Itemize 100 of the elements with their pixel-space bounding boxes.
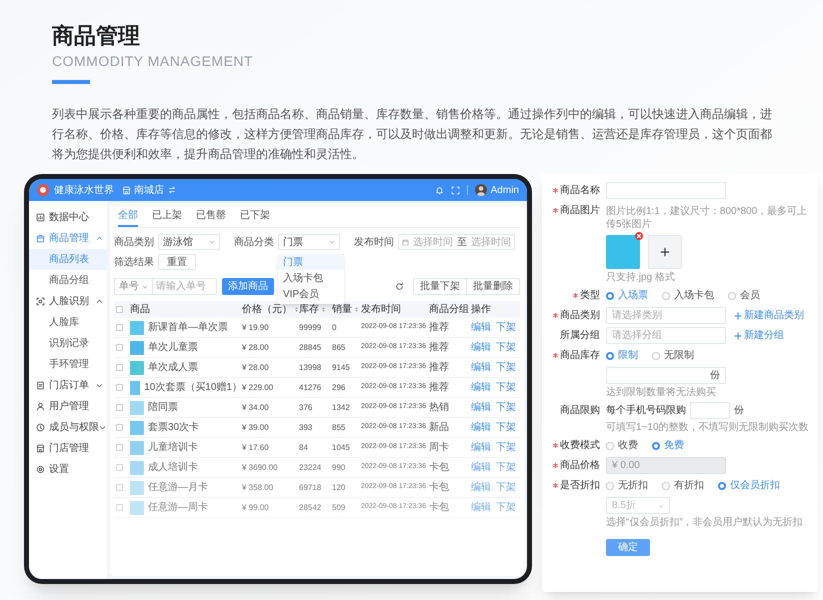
action-link[interactable]: 下架 xyxy=(496,400,516,415)
input-field[interactable]: 请选择类别 xyxy=(606,307,726,324)
sidebar-subitem[interactable]: 手环管理 xyxy=(29,354,107,375)
radio-button[interactable] xyxy=(652,352,660,360)
action-link[interactable]: 编辑 xyxy=(471,320,491,335)
sidebar-item[interactable]: 门店订单 xyxy=(29,375,107,396)
bulk-action-button[interactable]: 批量删除 xyxy=(466,279,519,294)
sort-icon[interactable] xyxy=(321,306,326,313)
action-link[interactable]: 编辑 xyxy=(471,400,491,415)
action-link[interactable]: 下架 xyxy=(496,340,516,355)
reset-button[interactable]: 重置 xyxy=(158,254,196,270)
avatar-icon[interactable] xyxy=(474,184,487,196)
fullscreen-icon[interactable] xyxy=(450,186,460,194)
action-link[interactable]: 下架 xyxy=(496,420,516,435)
action-link[interactable]: 编辑 xyxy=(471,500,491,515)
checkbox[interactable] xyxy=(116,384,123,391)
radio-button[interactable] xyxy=(662,292,670,300)
input-field[interactable]: 份 xyxy=(606,367,726,384)
store-name[interactable]: 南城店 xyxy=(134,182,164,198)
select-field[interactable]: 8.5折 xyxy=(606,497,670,514)
add-product-button[interactable]: 添加商品 xyxy=(222,278,274,295)
sidebar-item[interactable]: 设置 xyxy=(29,459,107,480)
checkbox[interactable] xyxy=(116,324,123,331)
table-cell-text: 推荐 xyxy=(429,340,450,355)
column-header[interactable]: 销量 xyxy=(332,302,359,317)
checkbox[interactable] xyxy=(116,306,123,313)
refresh-icon[interactable] xyxy=(395,282,404,291)
column-header[interactable]: 价格（元） xyxy=(242,302,299,317)
radio-button[interactable] xyxy=(606,442,614,450)
delete-icon[interactable] xyxy=(635,232,643,240)
radio-button[interactable] xyxy=(606,292,614,300)
checkbox[interactable] xyxy=(116,344,123,351)
checkbox[interactable] xyxy=(116,484,123,491)
tab[interactable]: 已上架 xyxy=(152,206,182,227)
action-link[interactable]: 下架 xyxy=(496,320,516,335)
swap-icon[interactable] xyxy=(168,186,176,194)
action-link[interactable]: 下架 xyxy=(496,500,516,515)
checkbox[interactable] xyxy=(116,424,123,431)
tab[interactable]: 全部 xyxy=(118,206,138,227)
radio-button[interactable] xyxy=(718,482,726,490)
sidebar-subitem[interactable]: 商品分组 xyxy=(29,270,107,291)
sidebar-subitem[interactable]: 人脸库 xyxy=(29,312,107,333)
sidebar-item[interactable]: 商品管理 xyxy=(29,228,107,249)
radio-button[interactable] xyxy=(728,292,736,300)
input-field[interactable] xyxy=(606,182,726,199)
checkbox[interactable] xyxy=(116,364,123,371)
radio-button[interactable] xyxy=(652,442,660,450)
bulk-action-button[interactable]: 批量下架 xyxy=(414,279,466,294)
sidebar-item[interactable]: 门店管理 xyxy=(29,438,107,459)
action-link[interactable]: 下架 xyxy=(496,460,516,475)
chevron-down-icon xyxy=(99,424,106,431)
plus-icon[interactable] xyxy=(734,312,742,320)
sidebar-item[interactable]: 成员与权限 xyxy=(29,417,107,438)
action-link[interactable]: 下架 xyxy=(496,480,516,495)
action-link[interactable]: 编辑 xyxy=(471,420,491,435)
column-header[interactable]: 库存 xyxy=(299,302,326,317)
sort-icon[interactable] xyxy=(354,306,359,313)
action-link[interactable]: 编辑 xyxy=(471,340,491,355)
tab[interactable]: 已售罄 xyxy=(196,206,226,227)
search-type-select[interactable]: 单号 xyxy=(114,278,153,295)
tab[interactable]: 已下架 xyxy=(240,206,270,227)
action-link[interactable]: 编辑 xyxy=(471,380,491,395)
search-field[interactable]: 请输入单号 xyxy=(153,278,217,295)
select-field[interactable]: 门票 xyxy=(278,234,340,250)
radio-button[interactable] xyxy=(662,482,670,490)
radio-label: 有折扣 xyxy=(674,478,704,493)
sidebar-item[interactable]: 人脸识别 xyxy=(29,291,107,312)
action-link[interactable]: 下架 xyxy=(496,380,516,395)
sidebar-subitem[interactable]: 识别记录 xyxy=(29,333,107,354)
select-field[interactable]: 游泳馆 xyxy=(158,234,220,250)
submit-button[interactable]: 确定 xyxy=(606,539,650,556)
create-link[interactable]: 新建商品类别 xyxy=(744,308,804,323)
checkbox[interactable] xyxy=(116,404,123,411)
input-field[interactable]: 请选择分组 xyxy=(606,327,726,344)
checkbox[interactable] xyxy=(116,444,123,451)
action-link[interactable]: 下架 xyxy=(496,440,516,455)
radio-button[interactable] xyxy=(606,352,614,360)
sidebar-subitem[interactable]: 商品列表 xyxy=(29,249,107,270)
dropdown-option[interactable]: 门票 xyxy=(278,254,344,270)
bell-icon[interactable] xyxy=(434,186,444,194)
date-range-field[interactable]: 选择时间 至 选择时间 xyxy=(398,234,515,250)
checkbox[interactable] xyxy=(116,464,123,471)
action-link[interactable]: 编辑 xyxy=(471,480,491,495)
create-link[interactable]: 新建分组 xyxy=(744,328,784,343)
user-name[interactable]: Admin xyxy=(490,182,519,198)
sidebar-item[interactable]: 数据中心 xyxy=(29,207,107,228)
sidebar-item[interactable]: 用户管理 xyxy=(29,396,107,417)
table-cell-text: ¥ 17.60 xyxy=(242,442,270,454)
upload-button[interactable] xyxy=(648,235,682,269)
action-link[interactable]: 编辑 xyxy=(471,440,491,455)
checkbox[interactable] xyxy=(116,504,123,511)
sort-icon[interactable] xyxy=(294,306,299,313)
action-link[interactable]: 下架 xyxy=(496,360,516,375)
dropdown-option[interactable]: 入场卡包 xyxy=(278,270,344,286)
plus-icon[interactable] xyxy=(734,332,742,340)
radio-button[interactable] xyxy=(606,482,614,490)
input-field[interactable] xyxy=(690,402,730,419)
action-link[interactable]: 编辑 xyxy=(471,360,491,375)
action-link[interactable]: 编辑 xyxy=(471,460,491,475)
dropdown-option[interactable]: VIP会员 xyxy=(278,286,344,302)
